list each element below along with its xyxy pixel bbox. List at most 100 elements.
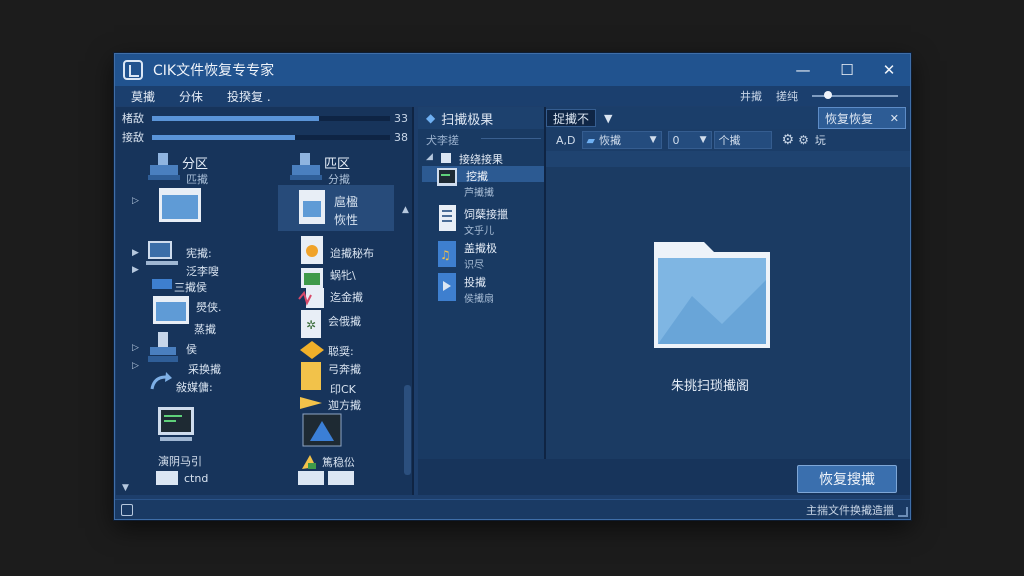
tree-item[interactable]: 迨擮秘布 (330, 245, 374, 261)
drive-label-2[interactable]: 匹区 (324, 153, 350, 172)
arrow-shape-icon (300, 397, 322, 409)
hard-drive-icon[interactable] (288, 151, 324, 183)
video-file-icon (438, 273, 456, 301)
expand-arrow-icon[interactable]: ▷ (132, 343, 139, 353)
arrow-shape-icon (302, 455, 316, 469)
close-button[interactable]: ✕ (867, 54, 911, 86)
menu-item-recover[interactable]: 投揆复 . (219, 88, 279, 105)
resize-grip-icon[interactable] (898, 507, 908, 517)
selected-folder-line1: 扈楹 (334, 195, 359, 209)
tree-item[interactable]: 迦方擮 (328, 397, 361, 413)
tree-item[interactable]: 宪擮: (186, 245, 212, 261)
tree-item[interactable]: 会俄擮 (328, 313, 361, 329)
left-scrollbar-thumb[interactable] (404, 385, 411, 475)
disk-usage-label: 楮敌 (122, 112, 144, 125)
refresh-arrow-icon[interactable] (148, 371, 174, 393)
scan-item-sub: 识尽 (464, 260, 484, 271)
tree-item[interactable]: 三擮侯 (174, 279, 207, 295)
hard-drive-icon[interactable] (146, 151, 182, 183)
svg-text:✲: ✲ (306, 318, 316, 332)
drive-sub-1: 匹擮 (186, 173, 208, 186)
left-scrollbar[interactable]: ▲ ▼ (402, 205, 412, 495)
tree-item[interactable]: ctnd (184, 472, 208, 485)
drive-stack-icon (148, 332, 178, 362)
settings-small-icon[interactable]: ⚙ (798, 133, 809, 147)
disk-usage-value: 38 (394, 130, 408, 144)
scan-item-sub: 芦擮擮 (464, 188, 494, 199)
disk-usage-fill (152, 115, 319, 121)
close-tab-icon[interactable]: ✕ (890, 112, 899, 125)
monitor-icon (437, 168, 457, 186)
document-icon (299, 190, 325, 224)
folder-icon (153, 296, 189, 324)
computer-icon (146, 241, 178, 265)
menu-item-file[interactable]: 莫擮 (123, 88, 163, 105)
info-icon (121, 503, 133, 516)
tree-item[interactable]: 聪奨: (328, 343, 354, 359)
filter-dropdown-label: 捉擮不 (553, 111, 590, 126)
recover-tab[interactable]: 恢复恢复 ✕ (818, 107, 906, 129)
app-logo-icon (123, 60, 143, 80)
disk-usage-bar-1: 楮敌 33 (122, 111, 410, 126)
expand-arrow-icon[interactable]: ▷ (132, 361, 139, 371)
menu-right-item-2[interactable]: 搓纯 (776, 88, 798, 104)
drive-tree-pane: 楮敌 33 接敌 38 分区 匹擮 匹区 分擮 ▷ 扈楹 恢性 ▶ 宪擮: ▶ … (116, 107, 414, 495)
expand-arrow-icon[interactable]: ▶ (132, 265, 139, 275)
disk-usage-value: 33 (394, 111, 408, 125)
chevron-down-icon: ▼ (649, 135, 657, 145)
tree-item[interactable]: 泛李嗖 (186, 263, 219, 279)
scan-item-name[interactable]: 挖擮 (466, 168, 488, 184)
minimize-button[interactable]: — (781, 54, 825, 86)
menu-right-item-1[interactable]: 井擮 (740, 88, 762, 104)
tree-item[interactable]: 迄金擮 (330, 289, 363, 305)
folder-small-icon: ▰ (586, 133, 595, 147)
expand-arrow-icon[interactable]: ◢ (426, 152, 433, 162)
disk-usage-track (152, 134, 390, 140)
filter-count-select[interactable]: 个擮 (713, 131, 772, 149)
window-title: CIK文件恢复专专家 (153, 63, 275, 79)
empty-state-message: 朱挑扫琐擮阁 (671, 379, 750, 394)
audio-file-icon (298, 288, 324, 308)
scan-item-name[interactable]: 饲蘖接擸 (464, 206, 508, 222)
tree-item[interactable]: 燢侠. (196, 299, 222, 315)
maximize-button[interactable]: ☐ (825, 54, 869, 86)
folder-icon[interactable] (158, 187, 202, 223)
archive-file-icon (301, 362, 321, 390)
tree-item[interactable]: 蒸擮 (194, 321, 216, 337)
filter-row: A,D ▰ 恢擮 ▼ 0 ▼ 个擮 ⚙ ⚙ 坃 (546, 129, 910, 151)
tree-item[interactable]: 弓奔擮 (328, 361, 361, 377)
filter-category-select[interactable]: ▰ 恢擮 ▼ (581, 131, 662, 149)
expand-arrow-icon[interactable]: ▷ (132, 196, 139, 206)
zoom-slider-knob[interactable] (824, 91, 832, 99)
title-bar: CIK文件恢复专专家 — ☐ ✕ (115, 54, 910, 86)
recover-button[interactable]: 恢复搜擮 (797, 465, 897, 493)
tree-item[interactable]: 印CK (330, 381, 356, 397)
tree-item[interactable]: 演阴马引 (158, 453, 202, 469)
tree-item[interactable]: 篤稳伀 (322, 454, 355, 470)
gear-icon[interactable]: ⚙ (782, 132, 795, 148)
scan-item-name[interactable]: 盖擮极 (464, 240, 497, 256)
scan-item-sub: 侯擮扇 (464, 294, 494, 305)
disk-usage-fill (152, 134, 295, 140)
drive-label-1[interactable]: 分区 (182, 153, 208, 172)
chevron-down-icon[interactable]: ▼ (604, 112, 612, 125)
scan-results-header: ◆ 扫擮极果 (418, 107, 544, 129)
filter-type-cell[interactable]: A,D (552, 131, 580, 149)
filter-dropdown[interactable]: 捉擮不 (546, 109, 597, 127)
scan-tree-root[interactable]: 接绕接果 (459, 151, 503, 167)
tree-item[interactable]: 蜗牝\ (330, 267, 356, 283)
filter-size-value: 0 (672, 133, 680, 147)
tree-item[interactable]: 采换擮 (188, 361, 221, 377)
expand-arrow-icon[interactable]: ▶ (132, 248, 139, 258)
scroll-up-icon[interactable]: ▲ (402, 205, 409, 215)
zoom-slider[interactable] (812, 91, 898, 99)
music-file-icon: ♫ (438, 241, 456, 267)
tree-item[interactable]: 侯 (186, 341, 197, 357)
collapse-arrow-icon[interactable]: ▼ (122, 483, 129, 493)
filter-size-select[interactable]: 0 ▼ (667, 131, 712, 149)
scan-item-name[interactable]: 投擮 (464, 274, 486, 290)
filter-extra-label[interactable]: 坃 (815, 132, 826, 148)
tree-item[interactable]: 敍媒傭: (176, 379, 213, 395)
scan-results-title: 扫擮极果 (441, 112, 494, 128)
menu-item-partition[interactable]: 分佅 (171, 88, 211, 105)
